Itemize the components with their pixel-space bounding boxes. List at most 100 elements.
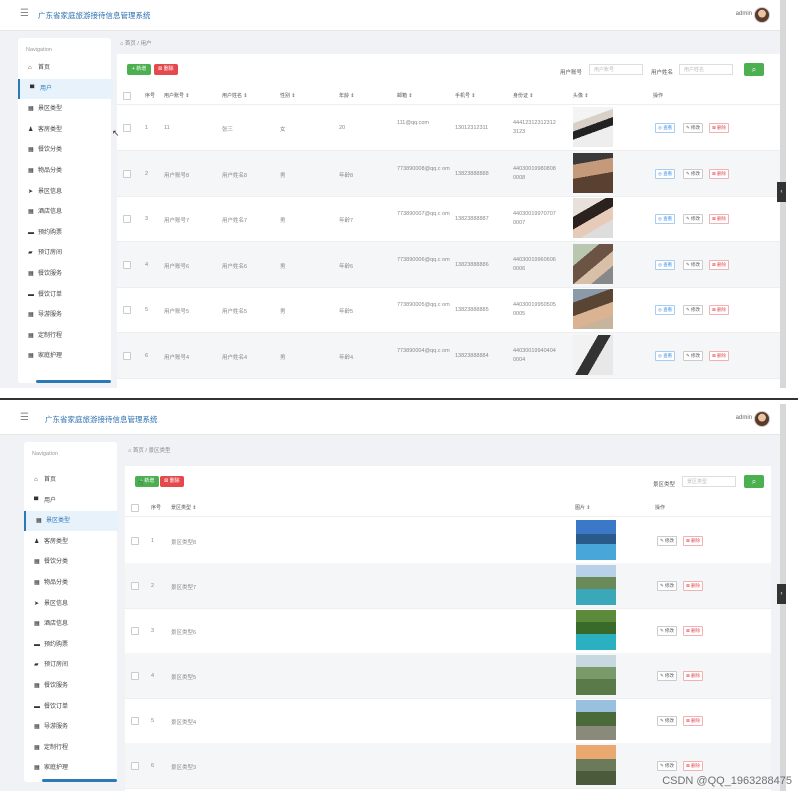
delete-row-button[interactable]: ⊠ 删除 (709, 259, 730, 270)
delete-button[interactable]: ⊠ 删除 (160, 476, 184, 487)
side-toggle[interactable]: ‹ (777, 584, 786, 604)
sidebar-item-3[interactable]: ♟ 客房类型 (18, 120, 111, 140)
row-checkbox[interactable] (123, 306, 131, 314)
delete-row-button[interactable]: ⊠ 删除 (683, 761, 704, 771)
edit-button[interactable]: ✎ 修改 (657, 626, 678, 636)
edit-button[interactable]: ✎ 修改 (683, 259, 704, 270)
sidebar-item-4[interactable]: ▦ 餐饮分类 (18, 140, 111, 160)
row-checkbox[interactable] (131, 627, 139, 635)
col-gender[interactable]: 性别 ⇕ (280, 92, 296, 99)
delete-row-button[interactable]: ⊠ 删除 (683, 671, 704, 681)
sidebar-item-8[interactable]: ▬ 预约购票 (18, 223, 111, 243)
sidebar-item-4[interactable]: ▦ 餐饮分类 (24, 552, 117, 572)
view-button[interactable]: ◎ 查看 (655, 123, 676, 133)
row-checkbox[interactable] (131, 717, 139, 725)
edit-button[interactable]: ✎ 修改 (683, 350, 704, 361)
edit-button[interactable]: ✎ 修改 (683, 168, 704, 179)
col-no[interactable]: 序号 (151, 504, 161, 511)
select-all-checkbox[interactable] (131, 504, 139, 512)
edit-button[interactable]: ✎ 修改 (657, 761, 678, 771)
row-checkbox[interactable] (123, 124, 131, 132)
sidebar-item-0[interactable]: ⌂ 首页 (24, 470, 117, 490)
sidebar-item-0[interactable]: ⌂ 首页 (18, 58, 111, 78)
row-checkbox[interactable] (123, 260, 131, 269)
delete-row-button[interactable]: ⊠ 删除 (709, 214, 730, 224)
edit-button[interactable]: ✎ 修改 (657, 671, 678, 681)
sidebar-item-1[interactable]: ▀ 用户 (24, 491, 117, 511)
sidebar-item-5[interactable]: ▦ 物品分类 (18, 161, 111, 181)
col-avatar[interactable]: 头像 ⇕ (573, 92, 589, 99)
view-button[interactable]: ◎ 查看 (655, 305, 676, 315)
sidebar-item-1[interactable]: ▀ 用户 (18, 78, 113, 99)
row-checkbox[interactable] (131, 582, 139, 590)
delete-button[interactable]: ⊠ 删除 (154, 64, 178, 75)
delete-row-button[interactable]: ⊠ 删除 (709, 305, 730, 315)
edit-button[interactable]: ✎ 修改 (683, 214, 704, 224)
view-button[interactable]: ◎ 查看 (655, 259, 676, 270)
name-search-input[interactable]: 用户姓名 (679, 64, 733, 75)
delete-row-button[interactable]: ⊠ 删除 (709, 168, 730, 179)
breadcrumb-home[interactable]: 首页 (133, 448, 144, 454)
sidebar-item-10[interactable]: ▦ 餐饮服务 (18, 264, 111, 284)
edit-button[interactable]: ✎ 修改 (657, 716, 678, 726)
menu-icon[interactable]: ☰ (20, 413, 30, 423)
sidebar-item-7[interactable]: ▦ 酒店信息 (24, 614, 117, 634)
row-checkbox[interactable] (123, 215, 131, 223)
col-no[interactable]: 序号 (145, 92, 155, 99)
sidebar-item-2[interactable]: ▦ 景区类型 (18, 99, 111, 119)
sidebar-item-10[interactable]: ▦ 餐饮服务 (24, 676, 117, 696)
edit-button[interactable]: ✎ 修改 (683, 305, 704, 315)
sidebar-item-13[interactable]: ▦ 定制行程 (18, 326, 111, 346)
edit-button[interactable]: ✎ 修改 (657, 536, 678, 546)
sidebar-item-9[interactable]: ▰ 预订房间 (24, 655, 117, 675)
add-button[interactable]: + 新增 (127, 64, 152, 75)
admin-name[interactable]: admin (736, 415, 752, 421)
view-button[interactable]: ◎ 查看 (655, 350, 676, 361)
sidebar-item-7[interactable]: ▦ 酒店信息 (18, 202, 111, 222)
account-search-input[interactable]: 用户账号 (589, 64, 643, 75)
sidebar-item-11[interactable]: ▬ 餐饮订单 (24, 697, 117, 717)
sidebar-item-9[interactable]: ▰ 预订房间 (18, 243, 111, 263)
col-account[interactable]: 用户账号 ⇕ (164, 92, 190, 99)
delete-row-button[interactable]: ⊠ 删除 (709, 350, 730, 361)
delete-row-button[interactable]: ⊠ 删除 (683, 536, 704, 546)
sidebar-scrollbar[interactable] (42, 779, 117, 782)
side-toggle[interactable]: ‹ (777, 182, 786, 202)
delete-row-button[interactable]: ⊠ 删除 (683, 716, 704, 726)
sidebar-item-14[interactable]: ▦ 家庭护理 (18, 346, 111, 366)
edit-button[interactable]: ✎ 修改 (683, 123, 704, 133)
col-age[interactable]: 年龄 ⇕ (339, 92, 355, 99)
delete-row-button[interactable]: ⊠ 删除 (683, 581, 704, 591)
scenic-type-search-input[interactable]: 景区类型 (682, 476, 736, 487)
avatar[interactable] (754, 7, 770, 23)
avatar[interactable] (754, 411, 770, 427)
row-checkbox[interactable] (131, 672, 139, 680)
delete-row-button[interactable]: ⊠ 删除 (683, 626, 704, 636)
col-name[interactable]: 用户姓名 ⇕ (222, 92, 248, 99)
col-idcard[interactable]: 身份证 ⇕ (513, 92, 534, 99)
select-all-checkbox[interactable] (123, 92, 131, 100)
search-button[interactable]: ⌕ (744, 63, 764, 76)
row-checkbox[interactable] (131, 537, 139, 545)
col-scenic-type[interactable]: 景区类型 ⇕ (171, 504, 197, 511)
sidebar-scrollbar[interactable] (36, 380, 111, 383)
sidebar-item-6[interactable]: ➤ 景区信息 (24, 594, 117, 614)
sidebar-item-3[interactable]: ♟ 客房类型 (24, 532, 117, 552)
edit-button[interactable]: ✎ 修改 (657, 581, 678, 591)
sidebar-item-6[interactable]: ➤ 景区信息 (18, 182, 111, 202)
col-email[interactable]: 邮箱 ⇕ (397, 92, 413, 99)
sidebar-item-11[interactable]: ▬ 餐饮订单 (18, 285, 111, 305)
sidebar-item-12[interactable]: ▦ 导游服务 (24, 717, 117, 737)
view-button[interactable]: ◎ 查看 (655, 214, 676, 224)
view-button[interactable]: ◎ 查看 (655, 168, 676, 179)
sidebar-item-8[interactable]: ▬ 预约购票 (24, 635, 117, 655)
col-phone[interactable]: 手机号 ⇕ (455, 92, 476, 99)
row-checkbox[interactable] (123, 351, 131, 360)
sidebar-item-5[interactable]: ▦ 物品分类 (24, 573, 117, 593)
admin-name[interactable]: admin (736, 11, 752, 17)
delete-row-button[interactable]: ⊠ 删除 (709, 123, 730, 133)
menu-icon[interactable]: ☰ (20, 9, 30, 19)
sidebar-item-2[interactable]: ▦ 景区类型 (24, 511, 119, 532)
sidebar-item-13[interactable]: ▦ 定制行程 (24, 738, 117, 758)
sidebar-item-14[interactable]: ▦ 家庭护理 (24, 758, 117, 778)
